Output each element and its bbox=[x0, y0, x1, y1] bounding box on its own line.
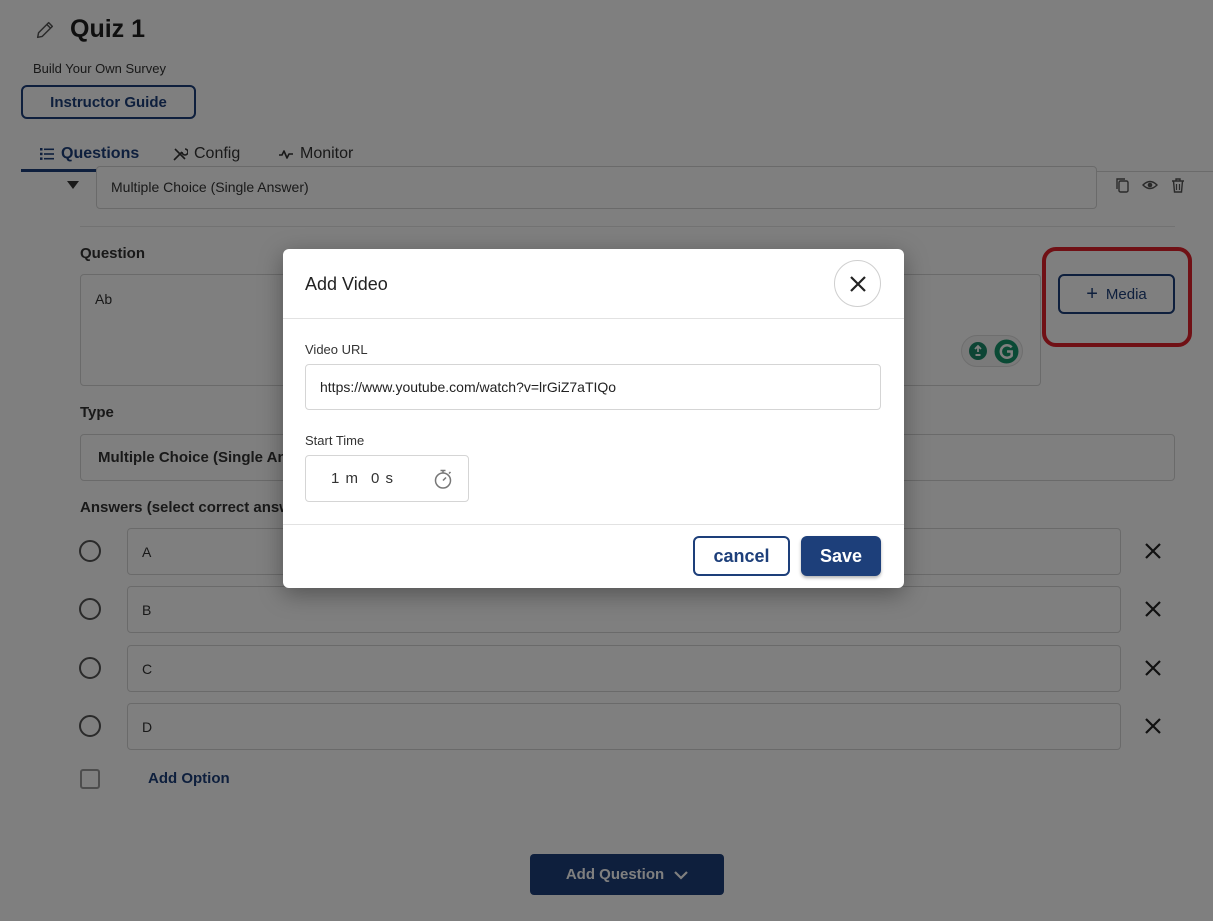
stopwatch-icon[interactable] bbox=[432, 468, 454, 490]
video-url-input[interactable] bbox=[305, 364, 881, 410]
dialog-title: Add Video bbox=[305, 274, 388, 294]
save-button[interactable]: Save bbox=[801, 536, 881, 576]
video-url-label: Video URL bbox=[305, 342, 368, 357]
close-button[interactable] bbox=[834, 260, 881, 307]
start-time-picker[interactable]: 1 m 0 s bbox=[305, 455, 469, 502]
dialog-divider bbox=[283, 318, 904, 319]
start-minutes[interactable]: 1 m bbox=[331, 470, 359, 487]
add-video-dialog: Add Video Video URL Start Time 1 m 0 s c… bbox=[283, 249, 904, 588]
close-icon bbox=[849, 275, 866, 292]
start-time-label: Start Time bbox=[305, 433, 365, 448]
dialog-divider bbox=[283, 524, 904, 525]
cancel-button[interactable]: cancel bbox=[693, 536, 790, 576]
start-seconds[interactable]: 0 s bbox=[371, 470, 394, 487]
